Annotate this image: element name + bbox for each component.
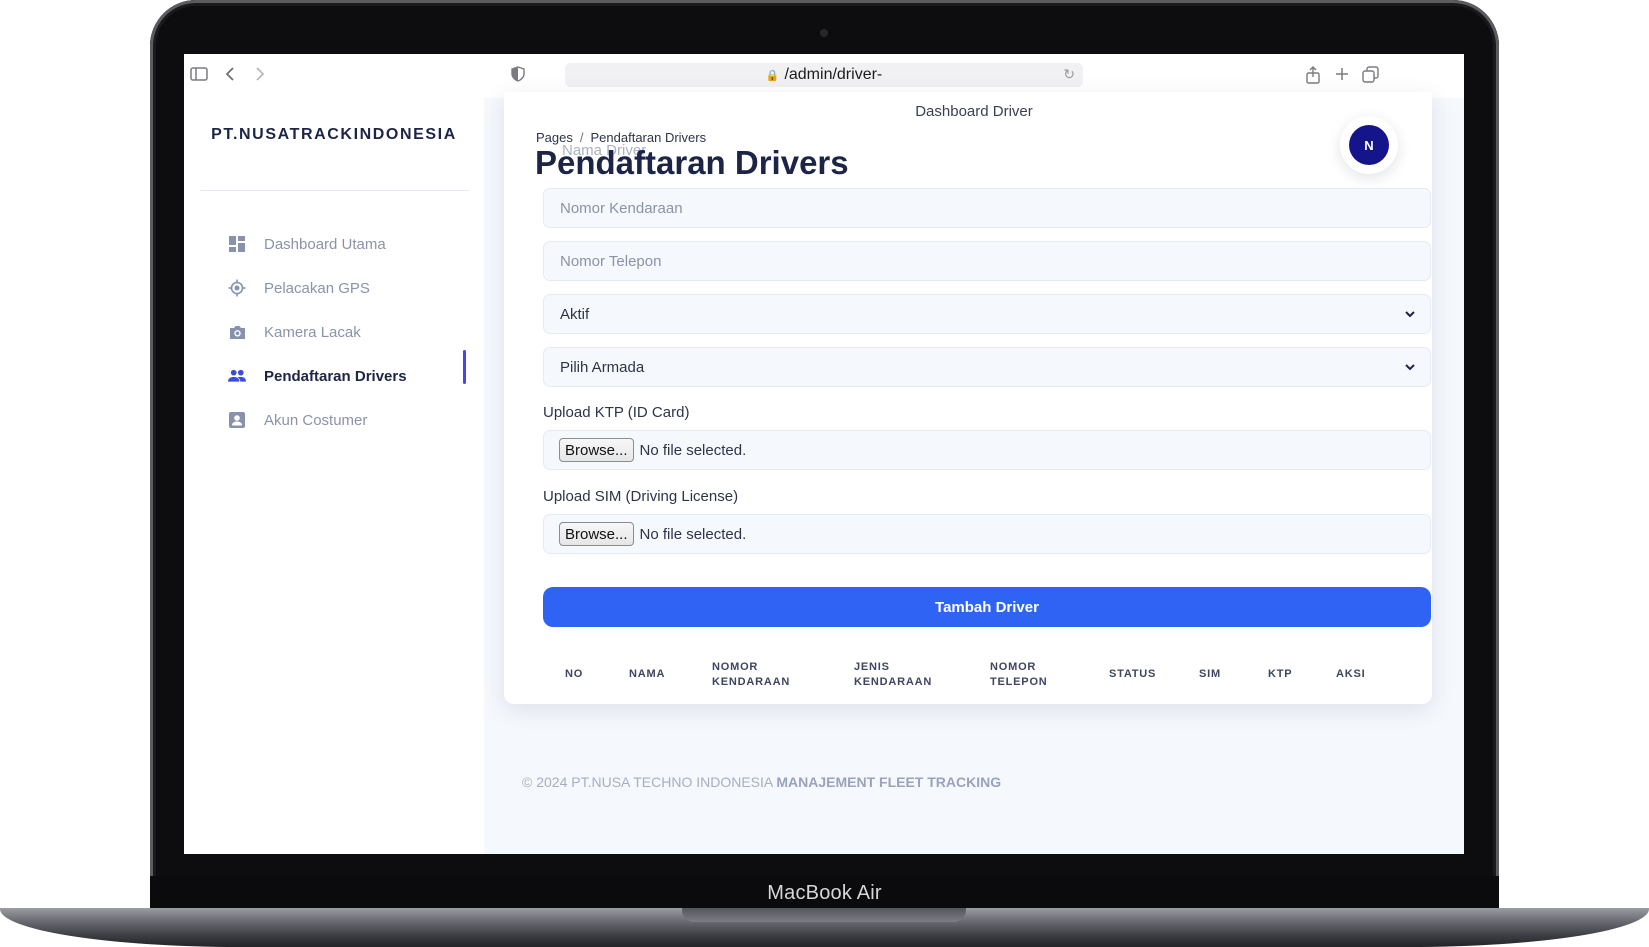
sidebar-item-label: Pelacakan GPS xyxy=(264,279,370,297)
avatar[interactable]: N xyxy=(1340,116,1398,174)
forward-icon[interactable] xyxy=(252,66,266,85)
column-header-status[interactable]: STATUS xyxy=(1109,667,1156,682)
column-header-nomor-kendaraan[interactable]: NOMOR KENDARAAN xyxy=(712,660,802,690)
new-tab-icon[interactable] xyxy=(1334,66,1350,85)
sidebar-item-pendaftaran-drivers[interactable]: Pendaftaran Drivers xyxy=(228,364,407,388)
laptop-notch xyxy=(682,908,966,922)
sidebar-item-label: Kamera Lacak xyxy=(264,323,361,341)
sidebar: PT.NUSATRACKINDONESIA Dashboard Utama Pe… xyxy=(184,98,484,854)
lock-icon: 🔒 xyxy=(765,69,780,82)
fleet-select[interactable]: Pilih Armada xyxy=(543,347,1431,387)
sim-browse-button[interactable]: Browse... xyxy=(559,522,634,546)
add-driver-button[interactable]: Tambah Driver xyxy=(543,587,1431,627)
dashboard-icon xyxy=(228,235,246,253)
sim-upload-label: Upload SIM (Driving License) xyxy=(543,488,739,505)
column-header-jenis-kendaraan[interactable]: JENIS KENDARAAN xyxy=(854,660,944,690)
sidebar-item-dashboard-utama[interactable]: Dashboard Utama xyxy=(228,232,386,256)
breadcrumb-root[interactable]: Pages xyxy=(536,130,573,145)
vehicle-number-input[interactable] xyxy=(560,199,1430,217)
ktp-file-input[interactable]: Browse... No file selected. xyxy=(543,430,1431,470)
tab-overview-icon[interactable] xyxy=(1362,66,1379,86)
ktp-file-status: No file selected. xyxy=(639,441,747,459)
sidebar-item-akun-costumer[interactable]: Akun Costumer xyxy=(228,408,367,432)
column-header-no[interactable]: NO xyxy=(565,667,583,682)
reload-icon[interactable]: ↻ xyxy=(1063,66,1075,83)
camera-icon xyxy=(228,323,246,341)
sidebar-item-label: Pendaftaran Drivers xyxy=(264,367,407,385)
sim-file-input[interactable]: Browse... No file selected. xyxy=(543,514,1431,554)
privacy-shield-icon[interactable] xyxy=(511,66,525,85)
ktp-browse-button[interactable]: Browse... xyxy=(559,438,634,462)
footer-copyright: © 2024 PT.NUSA TECHNO INDONESIA xyxy=(522,774,773,790)
breadcrumb-separator: / xyxy=(579,130,584,145)
sim-file-status: No file selected. xyxy=(639,525,747,543)
screen: 🔒 /admin/driver- ↻ PT.NUSATRACKINDONESIA… xyxy=(184,54,1464,854)
share-icon[interactable] xyxy=(1305,66,1321,87)
sidebar-item-label: Dashboard Utama xyxy=(264,235,386,253)
fleet-select-value: Pilih Armada xyxy=(560,358,645,376)
sidebar-item-pelacakan-gps[interactable]: Pelacakan GPS xyxy=(228,276,370,300)
footer: © 2024 PT.NUSA TECHNO INDONESIA MANAJEME… xyxy=(522,774,1001,790)
status-select[interactable]: Aktif xyxy=(543,294,1431,334)
brand-logo[interactable]: PT.NUSATRACKINDONESIA xyxy=(184,126,484,144)
url-text: /admin/driver- xyxy=(784,66,883,83)
phone-number-input[interactable] xyxy=(560,252,1430,270)
column-header-nomor-telepon[interactable]: NOMOR TELEPON xyxy=(990,660,1060,690)
back-icon[interactable] xyxy=(224,66,238,85)
breadcrumb-current: Pendaftaran Drivers xyxy=(590,130,707,145)
ktp-upload-label: Upload KTP (ID Card) xyxy=(543,404,690,421)
status-select-value: Aktif xyxy=(560,305,590,323)
column-header-aksi[interactable]: AKSI xyxy=(1336,667,1365,682)
device-label: MacBook Air xyxy=(767,882,882,904)
divider xyxy=(200,190,470,191)
breadcrumb: Pages / Pendaftaran Drivers xyxy=(536,130,706,145)
avatar-initial: N xyxy=(1349,125,1389,165)
footer-tagline: MANAJEMENT FLEET TRACKING xyxy=(776,774,1002,790)
column-header-nama[interactable]: NAMA xyxy=(629,667,665,682)
vehicle-number-field[interactable] xyxy=(543,188,1431,228)
drivers-table-header: NO NAMA NOMOR KENDARAAN JENIS KENDARAAN … xyxy=(543,656,1431,692)
page-heading: Dashboard Driver xyxy=(915,103,1033,120)
phone-number-field[interactable] xyxy=(543,241,1431,281)
column-header-ktp[interactable]: KTP xyxy=(1268,667,1292,682)
page-title: Pendaftaran Drivers xyxy=(535,144,849,181)
address-bar[interactable]: 🔒 /admin/driver- ↻ xyxy=(565,63,1083,87)
account-icon xyxy=(228,411,246,429)
users-icon xyxy=(228,367,246,385)
webcam-icon xyxy=(820,29,828,37)
sidebar-item-label: Akun Costumer xyxy=(264,411,368,429)
sidebar-toggle-icon[interactable] xyxy=(190,66,208,85)
sidebar-item-kamera-lacak[interactable]: Kamera Lacak xyxy=(228,320,361,344)
active-indicator xyxy=(463,350,466,384)
gps-icon xyxy=(228,279,246,297)
chevron-down-icon xyxy=(1405,364,1415,371)
form-card: Nama Driver Pages / Pendaftaran Drivers Pe… xyxy=(504,92,1432,704)
chevron-down-icon xyxy=(1405,311,1415,318)
column-header-sim[interactable]: SIM xyxy=(1199,667,1221,682)
main-content: Nama Driver Pages / Pendaftaran Drivers Pe… xyxy=(484,92,1464,854)
